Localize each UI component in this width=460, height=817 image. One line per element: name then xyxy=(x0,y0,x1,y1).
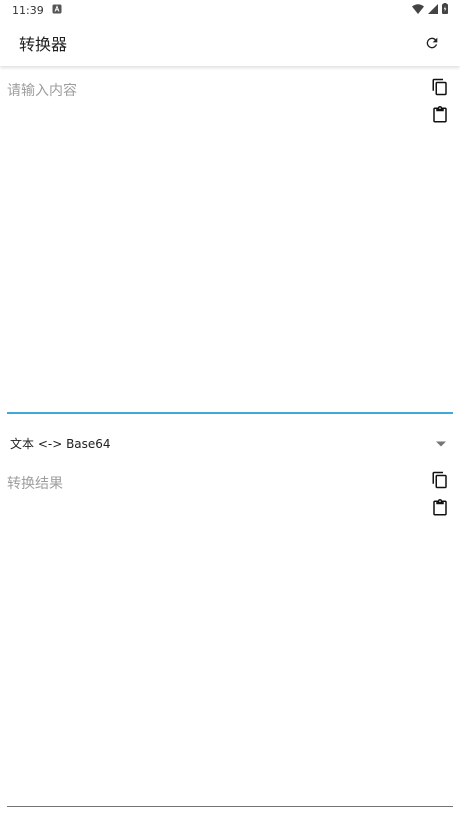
input-copy-button[interactable] xyxy=(429,76,451,98)
input-placeholder: 请输入内容 xyxy=(7,83,77,99)
status-bar: 11:39 xyxy=(0,0,460,20)
dropdown-arrow-icon xyxy=(436,436,446,450)
app-bar: 转换器 xyxy=(0,20,460,66)
output-paste-button[interactable] xyxy=(429,497,451,519)
notification-icon xyxy=(52,4,62,17)
refresh-button[interactable] xyxy=(418,29,446,57)
input-paste-button[interactable] xyxy=(429,104,451,126)
input-underline xyxy=(7,412,453,414)
output-underline xyxy=(7,806,453,807)
app-title: 转换器 xyxy=(19,35,68,54)
input-field[interactable]: 请输入内容 xyxy=(7,78,453,410)
output-field[interactable]: 转换结果 xyxy=(7,471,453,801)
clipboard-icon xyxy=(433,106,447,123)
output-copy-button[interactable] xyxy=(429,469,451,491)
copy-icon xyxy=(432,471,447,489)
conversion-type-select[interactable]: 文本 <-> Base64 xyxy=(10,432,446,454)
output-placeholder: 转换结果 xyxy=(7,476,63,492)
wifi-icon xyxy=(412,3,424,17)
conversion-type-value: 文本 <-> Base64 xyxy=(10,436,111,451)
signal-icon xyxy=(428,3,438,17)
refresh-icon xyxy=(426,37,438,49)
status-right xyxy=(412,3,448,17)
copy-icon xyxy=(432,78,447,96)
clipboard-icon xyxy=(433,499,447,516)
status-time: 11:39 xyxy=(12,3,44,17)
status-left: 11:39 xyxy=(12,4,62,17)
battery-icon xyxy=(442,3,448,17)
output-actions xyxy=(429,469,451,519)
input-actions xyxy=(429,76,451,126)
